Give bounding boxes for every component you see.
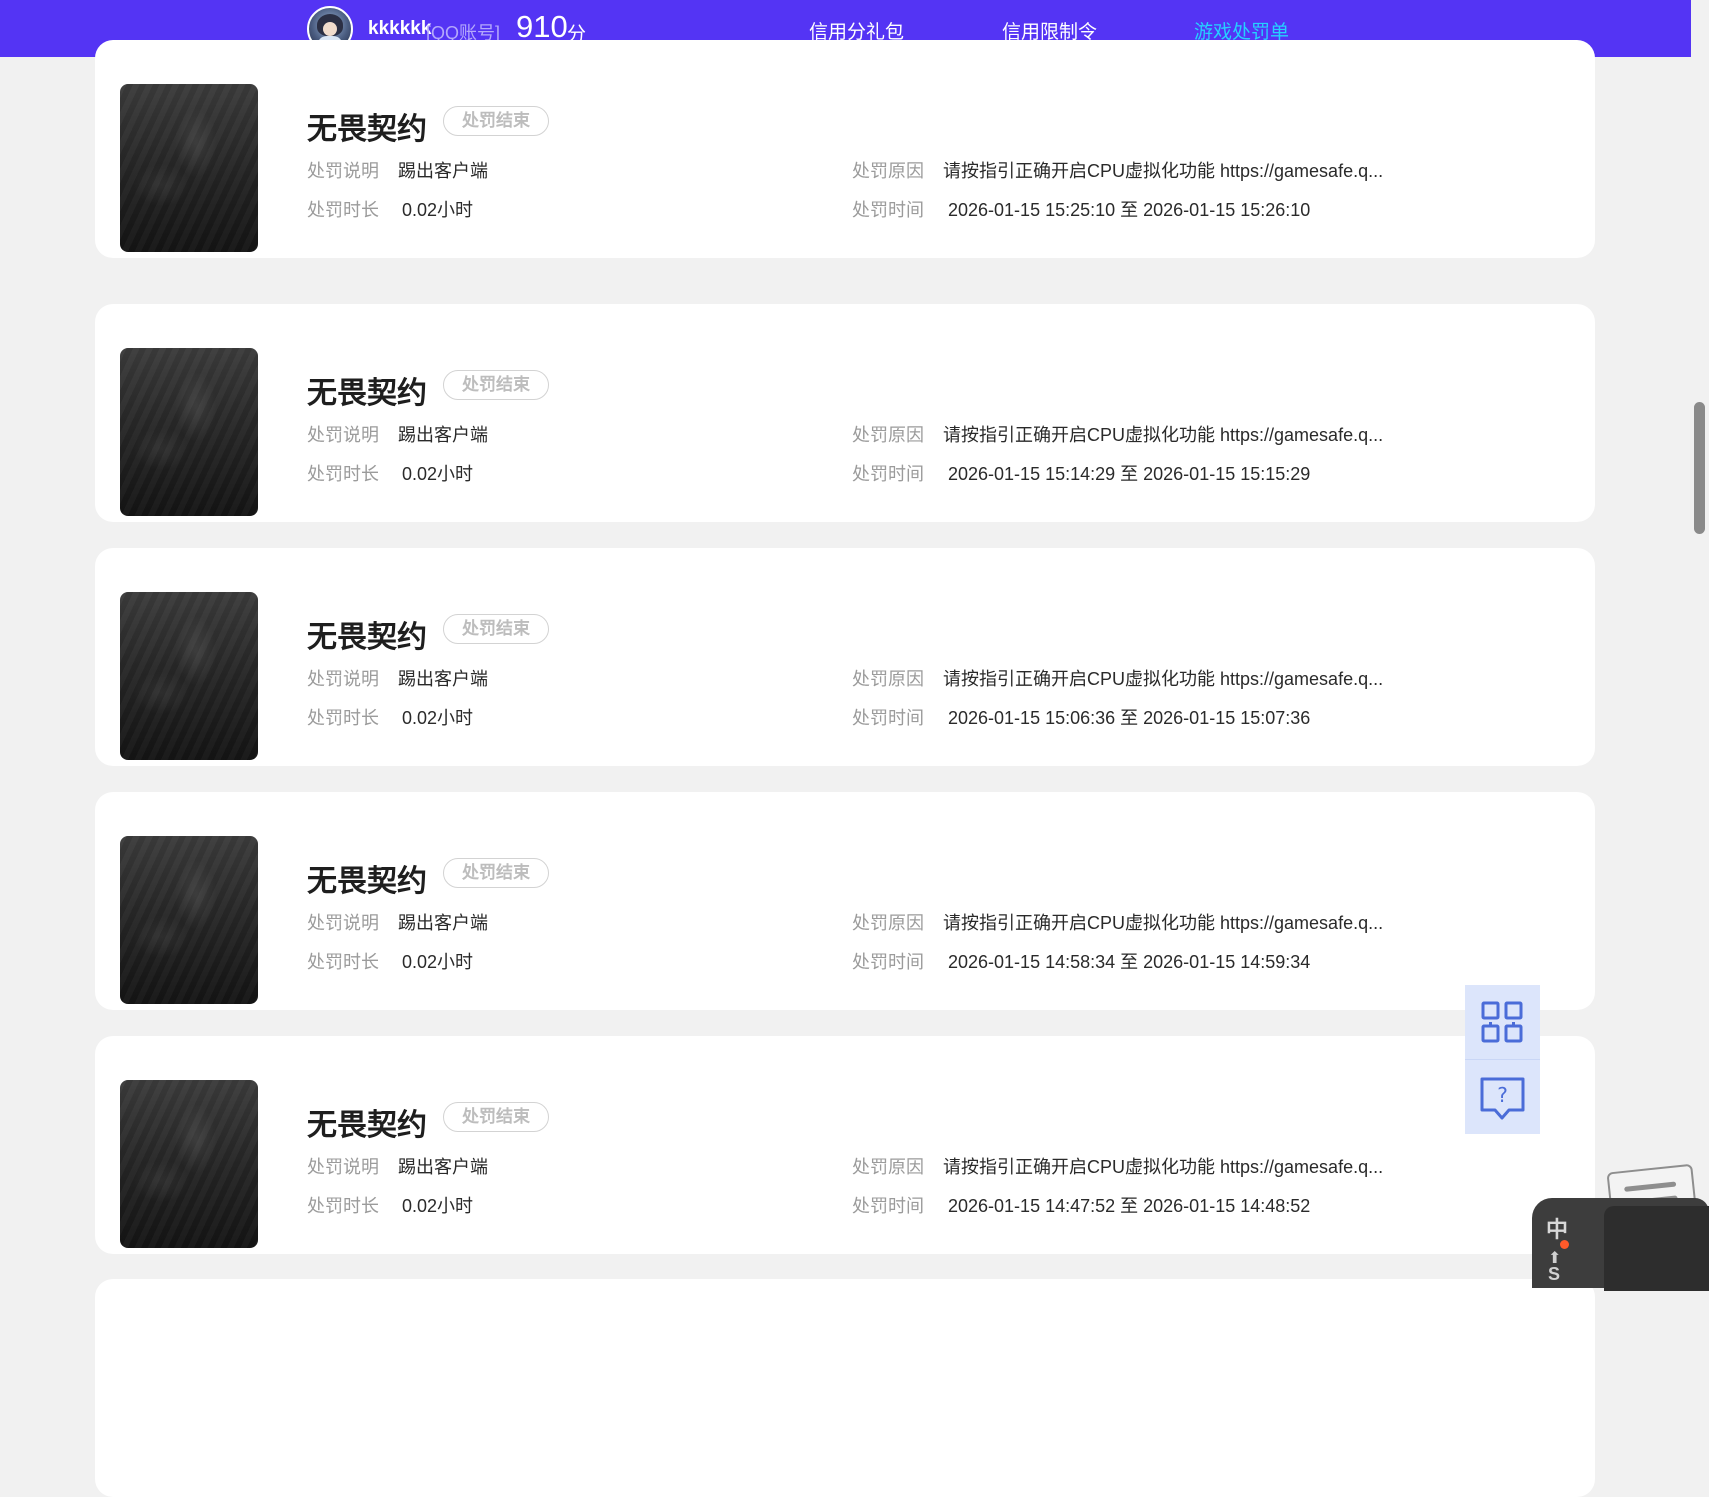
duration-label: 处罚时长 [307, 200, 379, 220]
duration-value: 0.02小时 [402, 708, 474, 728]
ime-logo-icon: S [1548, 1264, 1561, 1284]
game-title: 无畏契约 [307, 621, 427, 654]
duration-label: 处罚时长 [307, 708, 379, 728]
reason-value[interactable]: 请按指引正确开启CPU虚拟化功能 https://gamesafe.q... [943, 421, 1383, 447]
time-label: 处罚时间 [852, 464, 924, 484]
time-label: 处罚时间 [852, 952, 924, 972]
game-title: 无畏契约 [307, 865, 427, 898]
time-value: 2026-01-15 15:25:10 至 2026-01-15 15:26:1… [948, 200, 1311, 220]
desc-label: 处罚说明 [307, 425, 379, 445]
desc-value: 踢出客户端 [398, 669, 488, 689]
ime-toolbar[interactable]: 中 ⬆ S [1532, 1163, 1709, 1291]
time-label: 处罚时间 [852, 708, 924, 728]
scrollbar-thumb[interactable] [1694, 402, 1705, 534]
desc-label: 处罚说明 [307, 669, 379, 689]
game-title: 无畏契约 [307, 1109, 427, 1142]
status-badge: 处罚结束 [443, 106, 549, 136]
duration-value: 0.02小时 [402, 464, 474, 484]
reason-label: 处罚原因 [852, 913, 924, 933]
reason-value[interactable]: 请按指引正确开启CPU虚拟化功能 https://gamesafe.q... [943, 157, 1383, 183]
time-value: 2026-01-15 14:47:52 至 2026-01-15 14:48:5… [948, 1196, 1311, 1216]
svg-text:?: ? [1497, 1083, 1508, 1107]
penalty-card: 无畏契约 处罚结束 处罚说明 踢出客户端 处罚时长 0.02小时 处罚原因 请按… [95, 304, 1595, 522]
time-label: 处罚时间 [852, 1196, 924, 1216]
time-value: 2026-01-15 15:14:29 至 2026-01-15 15:15:2… [948, 464, 1311, 484]
desc-value: 踢出客户端 [398, 1157, 488, 1177]
penalty-card: 无畏契约 处罚结束 处罚说明 踢出客户端 处罚时长 0.02小时 处罚原因 请按… [95, 792, 1595, 1010]
desc-value: 踢出客户端 [398, 161, 488, 181]
time-value: 2026-01-15 15:06:36 至 2026-01-15 15:07:3… [948, 708, 1311, 728]
penalty-card: 无畏契约 处罚结束 处罚说明 踢出客户端 处罚时长 0.02小时 处罚原因 请按… [95, 548, 1595, 766]
penalty-card-partial [95, 1279, 1595, 1497]
floating-tools: ? [1465, 985, 1540, 1134]
duration-label: 处罚时长 [307, 464, 379, 484]
duration-label: 处罚时长 [307, 1196, 379, 1216]
reason-label: 处罚原因 [852, 425, 924, 445]
reason-value[interactable]: 请按指引正确开启CPU虚拟化功能 https://gamesafe.q... [943, 909, 1383, 935]
qrcode-button[interactable] [1465, 985, 1540, 1059]
duration-value: 0.02小时 [402, 952, 474, 972]
reason-label: 处罚原因 [852, 1157, 924, 1177]
help-button[interactable]: ? [1465, 1060, 1540, 1134]
time-label: 处罚时间 [852, 200, 924, 220]
qrcode-icon [1481, 1001, 1523, 1043]
desc-label: 处罚说明 [307, 161, 379, 181]
desc-value: 踢出客户端 [398, 425, 488, 445]
help-chat-icon: ? [1480, 1077, 1525, 1120]
reason-value[interactable]: 请按指引正确开启CPU虚拟化功能 https://gamesafe.q... [943, 1153, 1383, 1179]
desc-label: 处罚说明 [307, 913, 379, 933]
game-thumbnail [120, 348, 258, 516]
status-badge: 处罚结束 [443, 614, 549, 644]
status-badge: 处罚结束 [443, 858, 549, 888]
game-thumbnail [120, 592, 258, 760]
duration-value: 0.02小时 [402, 1196, 474, 1216]
duration-label: 处罚时长 [307, 952, 379, 972]
reason-label: 处罚原因 [852, 669, 924, 689]
desc-label: 处罚说明 [307, 1157, 379, 1177]
game-title: 无畏契约 [307, 377, 427, 410]
game-thumbnail [120, 1080, 258, 1248]
duration-value: 0.02小时 [402, 200, 474, 220]
reason-label: 处罚原因 [852, 161, 924, 181]
reason-value[interactable]: 请按指引正确开启CPU虚拟化功能 https://gamesafe.q... [943, 665, 1383, 691]
game-title: 无畏契约 [307, 113, 427, 146]
time-value: 2026-01-15 14:58:34 至 2026-01-15 14:59:3… [948, 952, 1311, 972]
username: kkkkkk [368, 18, 432, 39]
status-badge: 处罚结束 [443, 1102, 549, 1132]
status-badge: 处罚结束 [443, 370, 549, 400]
scrollbar-track[interactable] [1691, 0, 1709, 1285]
game-thumbnail [120, 84, 258, 252]
desc-value: 踢出客户端 [398, 913, 488, 933]
game-thumbnail [120, 836, 258, 1004]
penalty-card: 无畏契约 处罚结束 处罚说明 踢出客户端 处罚时长 0.02小时 处罚原因 请按… [95, 1036, 1595, 1254]
penalty-card: 无畏契约 处罚结束 处罚说明 踢出客户端 处罚时长 0.02小时 处罚原因 请按… [95, 40, 1595, 258]
